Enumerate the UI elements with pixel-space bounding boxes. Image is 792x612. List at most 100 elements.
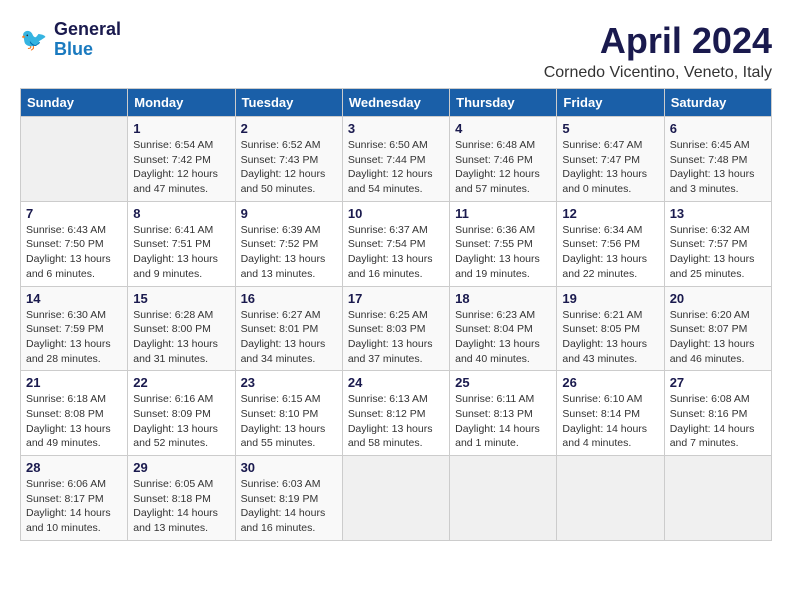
month-title: April 2024: [544, 20, 772, 62]
day-info: Sunrise: 6:30 AMSunset: 7:59 PMDaylight:…: [26, 308, 122, 367]
day-info: Sunrise: 6:05 AMSunset: 8:18 PMDaylight:…: [133, 477, 229, 536]
day-info: Sunrise: 6:03 AMSunset: 8:19 PMDaylight:…: [241, 477, 337, 536]
calendar-cell: 16 Sunrise: 6:27 AMSunset: 8:01 PMDayligh…: [235, 286, 342, 371]
day-number: 1: [133, 121, 229, 136]
day-info: Sunrise: 6:06 AMSunset: 8:17 PMDaylight:…: [26, 477, 122, 536]
day-info: Sunrise: 6:20 AMSunset: 8:07 PMDaylight:…: [670, 308, 766, 367]
logo: 🐦 General Blue: [20, 20, 121, 60]
day-number: 28: [26, 460, 122, 475]
day-info: Sunrise: 6:08 AMSunset: 8:16 PMDaylight:…: [670, 392, 766, 451]
day-info: Sunrise: 6:23 AMSunset: 8:04 PMDaylight:…: [455, 308, 551, 367]
calendar-cell: 12 Sunrise: 6:34 AMSunset: 7:56 PMDayligh…: [557, 201, 664, 286]
calendar-cell: 15Sunrise: 6:28 AMSunset: 8:00 PMDayligh…: [128, 286, 235, 371]
calendar-cell: 22 Sunrise: 6:16 AMSunset: 8:09 PMDayligh…: [128, 371, 235, 456]
calendar-cell: 4Sunrise: 6:48 AMSunset: 7:46 PMDaylight…: [450, 117, 557, 202]
day-info: Sunrise: 6:34 AMSunset: 7:56 PMDaylight:…: [562, 223, 658, 282]
calendar-cell: 25Sunrise: 6:11 AMSunset: 8:13 PMDayligh…: [450, 371, 557, 456]
calendar-week-row: 14 Sunrise: 6:30 AMSunset: 7:59 PMDayligh…: [21, 286, 772, 371]
calendar-table: SundayMondayTuesdayWednesdayThursdayFrid…: [20, 88, 772, 541]
day-info: Sunrise: 6:54 AMSunset: 7:42 PMDaylight:…: [133, 138, 229, 197]
day-number: 23: [241, 375, 337, 390]
day-number: 14: [26, 291, 122, 306]
calendar-cell: 1 Sunrise: 6:54 AMSunset: 7:42 PMDaylight…: [128, 117, 235, 202]
day-info: Sunrise: 6:10 AMSunset: 8:14 PMDaylight:…: [562, 392, 658, 451]
calendar-cell: 20 Sunrise: 6:20 AMSunset: 8:07 PMDayligh…: [664, 286, 771, 371]
weekday-header-tuesday: Tuesday: [235, 89, 342, 117]
day-info: Sunrise: 6:32 AMSunset: 7:57 PMDaylight:…: [670, 223, 766, 282]
day-number: 15: [133, 291, 229, 306]
day-number: 25: [455, 375, 551, 390]
calendar-cell: 28 Sunrise: 6:06 AMSunset: 8:17 PMDayligh…: [21, 456, 128, 541]
day-info: Sunrise: 6:16 AMSunset: 8:09 PMDaylight:…: [133, 392, 229, 451]
weekday-header-saturday: Saturday: [664, 89, 771, 117]
day-number: 12: [562, 206, 658, 221]
calendar-cell: 3Sunrise: 6:50 AMSunset: 7:44 PMDaylight…: [342, 117, 449, 202]
day-info: Sunrise: 6:52 AMSunset: 7:43 PMDaylight:…: [241, 138, 337, 197]
day-number: 6: [670, 121, 766, 136]
day-number: 11: [455, 206, 551, 221]
calendar-cell: 6 Sunrise: 6:45 AMSunset: 7:48 PMDaylight…: [664, 117, 771, 202]
weekday-header-sunday: Sunday: [21, 89, 128, 117]
location: Cornedo Vicentino, Veneto, Italy: [544, 64, 772, 82]
weekday-header-row: SundayMondayTuesdayWednesdayThursdayFrid…: [21, 89, 772, 117]
calendar-cell: 10 Sunrise: 6:37 AMSunset: 7:54 PMDayligh…: [342, 201, 449, 286]
day-number: 13: [670, 206, 766, 221]
calendar-cell: [450, 456, 557, 541]
calendar-cell: [664, 456, 771, 541]
calendar-cell: [21, 117, 128, 202]
calendar-cell: 21 Sunrise: 6:18 AMSunset: 8:08 PMDayligh…: [21, 371, 128, 456]
calendar-week-row: 21 Sunrise: 6:18 AMSunset: 8:08 PMDayligh…: [21, 371, 772, 456]
title-block: April 2024 Cornedo Vicentino, Veneto, It…: [544, 20, 772, 82]
calendar-cell: 29 Sunrise: 6:05 AMSunset: 8:18 PMDayligh…: [128, 456, 235, 541]
day-number: 18: [455, 291, 551, 306]
day-info: Sunrise: 6:18 AMSunset: 8:08 PMDaylight:…: [26, 392, 122, 451]
day-number: 5: [562, 121, 658, 136]
day-number: 10: [348, 206, 444, 221]
calendar-cell: 13 Sunrise: 6:32 AMSunset: 7:57 PMDayligh…: [664, 201, 771, 286]
day-info: Sunrise: 6:37 AMSunset: 7:54 PMDaylight:…: [348, 223, 444, 282]
calendar-cell: 26 Sunrise: 6:10 AMSunset: 8:14 PMDayligh…: [557, 371, 664, 456]
calendar-week-row: 7Sunrise: 6:43 AMSunset: 7:50 PMDaylight…: [21, 201, 772, 286]
svg-text:🐦: 🐦: [20, 27, 47, 52]
day-info: Sunrise: 6:25 AMSunset: 8:03 PMDaylight:…: [348, 308, 444, 367]
logo-text: General Blue: [54, 20, 121, 60]
day-number: 29: [133, 460, 229, 475]
day-number: 7: [26, 206, 122, 221]
day-info: Sunrise: 6:27 AMSunset: 8:01 PMDaylight:…: [241, 308, 337, 367]
calendar-cell: 7Sunrise: 6:43 AMSunset: 7:50 PMDaylight…: [21, 201, 128, 286]
day-number: 24: [348, 375, 444, 390]
day-number: 22: [133, 375, 229, 390]
weekday-header-thursday: Thursday: [450, 89, 557, 117]
day-info: Sunrise: 6:41 AMSunset: 7:51 PMDaylight:…: [133, 223, 229, 282]
weekday-header-wednesday: Wednesday: [342, 89, 449, 117]
day-info: Sunrise: 6:45 AMSunset: 7:48 PMDaylight:…: [670, 138, 766, 197]
day-info: Sunrise: 6:39 AMSunset: 7:52 PMDaylight:…: [241, 223, 337, 282]
calendar-cell: 23Sunrise: 6:15 AMSunset: 8:10 PMDayligh…: [235, 371, 342, 456]
page-header: 🐦 General Blue April 2024 Cornedo Vicent…: [20, 20, 772, 82]
calendar-cell: [342, 456, 449, 541]
calendar-cell: 27 Sunrise: 6:08 AMSunset: 8:16 PMDayligh…: [664, 371, 771, 456]
calendar-cell: 17Sunrise: 6:25 AMSunset: 8:03 PMDayligh…: [342, 286, 449, 371]
day-number: 21: [26, 375, 122, 390]
calendar-cell: 18 Sunrise: 6:23 AMSunset: 8:04 PMDayligh…: [450, 286, 557, 371]
day-info: Sunrise: 6:36 AMSunset: 7:55 PMDaylight:…: [455, 223, 551, 282]
day-info: Sunrise: 6:50 AMSunset: 7:44 PMDaylight:…: [348, 138, 444, 197]
day-info: Sunrise: 6:21 AMSunset: 8:05 PMDaylight:…: [562, 308, 658, 367]
day-number: 16: [241, 291, 337, 306]
logo-icon: 🐦: [20, 25, 50, 55]
day-number: 9: [241, 206, 337, 221]
calendar-cell: 2 Sunrise: 6:52 AMSunset: 7:43 PMDaylight…: [235, 117, 342, 202]
day-number: 27: [670, 375, 766, 390]
calendar-cell: 14 Sunrise: 6:30 AMSunset: 7:59 PMDayligh…: [21, 286, 128, 371]
calendar-header: SundayMondayTuesdayWednesdayThursdayFrid…: [21, 89, 772, 117]
day-number: 20: [670, 291, 766, 306]
calendar-cell: 19Sunrise: 6:21 AMSunset: 8:05 PMDayligh…: [557, 286, 664, 371]
day-info: Sunrise: 6:47 AMSunset: 7:47 PMDaylight:…: [562, 138, 658, 197]
weekday-header-friday: Friday: [557, 89, 664, 117]
day-number: 2: [241, 121, 337, 136]
calendar-cell: 8Sunrise: 6:41 AMSunset: 7:51 PMDaylight…: [128, 201, 235, 286]
calendar-week-row: 1 Sunrise: 6:54 AMSunset: 7:42 PMDaylight…: [21, 117, 772, 202]
day-info: Sunrise: 6:13 AMSunset: 8:12 PMDaylight:…: [348, 392, 444, 451]
calendar-cell: 9 Sunrise: 6:39 AMSunset: 7:52 PMDaylight…: [235, 201, 342, 286]
day-number: 26: [562, 375, 658, 390]
